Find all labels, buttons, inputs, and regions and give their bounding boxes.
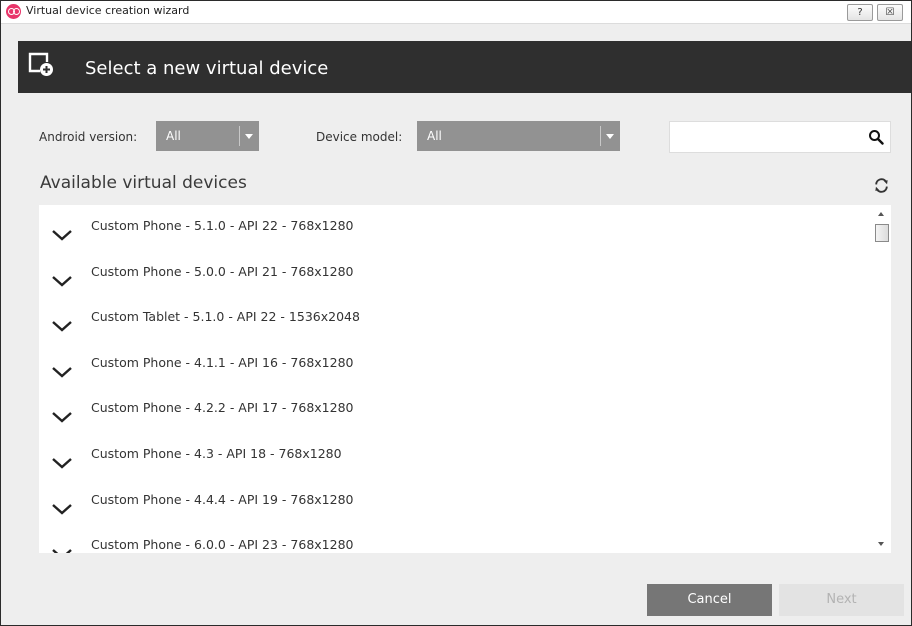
android-version-value: All: [166, 129, 181, 143]
wizard-header: Select a new virtual device: [18, 41, 911, 93]
chevron-down-icon[interactable]: [51, 319, 73, 333]
device-name: Custom Phone - 4.3 - API 18 - 768x1280: [91, 446, 342, 461]
title-bar: Virtual device creation wizard ? ☒: [1, 1, 911, 24]
device-list-item[interactable]: Custom Tablet - 5.1.0 - API 22 - 1536x20…: [39, 295, 873, 341]
scroll-down-arrow-icon[interactable]: [873, 535, 891, 553]
android-version-select[interactable]: All: [156, 121, 259, 151]
chevron-down-icon[interactable]: [51, 274, 73, 288]
wizard-window: Virtual device creation wizard ? ☒ Selec…: [0, 0, 912, 626]
device-list-item[interactable]: Custom Phone - 4.4.4 - API 19 - 768x1280: [39, 478, 873, 524]
refresh-icon[interactable]: [873, 177, 890, 194]
list-scrollbar[interactable]: [873, 205, 891, 553]
device-model-label: Device model:: [316, 130, 403, 144]
device-list-item[interactable]: Custom Phone - 4.3 - API 18 - 768x1280: [39, 432, 873, 478]
device-name: Custom Phone - 6.0.0 - API 23 - 768x1280: [91, 537, 354, 553]
device-name: Custom Phone - 4.4.4 - API 19 - 768x1280: [91, 491, 354, 507]
chevron-down-icon[interactable]: [51, 228, 73, 242]
search-input[interactable]: [674, 127, 858, 149]
device-name: Custom Phone - 4.1.1 - API 16 - 768x1280: [91, 354, 354, 370]
cancel-button[interactable]: Cancel: [647, 584, 772, 616]
search-icon[interactable]: [868, 129, 884, 145]
device-model-value: All: [427, 129, 442, 143]
device-name: Custom Tablet - 5.1.0 - API 22 - 1536x20…: [91, 309, 360, 325]
add-device-icon: [28, 52, 53, 76]
device-list-item[interactable]: Custom Phone - 6.0.0 - API 23 - 768x1280: [39, 523, 873, 553]
available-devices-heading: Available virtual devices: [40, 173, 247, 193]
chevron-down-icon: [600, 121, 620, 151]
virtual-device-list[interactable]: Custom Phone - 5.1.0 - API 22 - 768x1280…: [39, 205, 891, 553]
device-list-item[interactable]: Custom Phone - 4.2.2 - API 17 - 768x1280: [39, 386, 873, 432]
device-list-item[interactable]: Custom Phone - 4.1.1 - API 16 - 768x1280: [39, 341, 873, 387]
help-button[interactable]: ?: [847, 4, 873, 21]
search-box[interactable]: [669, 121, 891, 153]
genymotion-logo-icon: [6, 4, 21, 19]
device-model-select[interactable]: All: [417, 121, 620, 151]
window-title: Virtual device creation wizard: [26, 4, 190, 17]
chevron-down-icon[interactable]: [51, 502, 73, 516]
next-button: Next: [779, 584, 904, 616]
scroll-thumb[interactable]: [875, 224, 889, 242]
chevron-down-icon[interactable]: [51, 410, 73, 424]
close-window-button[interactable]: ☒: [877, 4, 903, 21]
android-version-label: Android version:: [39, 130, 138, 144]
device-list-item[interactable]: Custom Phone - 5.0.0 - API 21 - 768x1280: [39, 250, 873, 296]
device-name: Custom Phone - 5.0.0 - API 21 - 768x1280: [91, 263, 354, 279]
scroll-up-arrow-icon[interactable]: [873, 205, 891, 223]
page-title: Select a new virtual device: [85, 58, 329, 79]
chevron-down-icon[interactable]: [51, 365, 73, 379]
chevron-down-icon[interactable]: [51, 547, 73, 553]
device-list-item[interactable]: Custom Phone - 5.1.0 - API 22 - 768x1280: [39, 205, 873, 250]
chevron-down-icon[interactable]: [51, 456, 73, 470]
chevron-down-icon: [239, 121, 259, 151]
device-name: Custom Phone - 5.1.0 - API 22 - 768x1280: [91, 218, 354, 233]
device-name: Custom Phone - 4.2.2 - API 17 - 768x1280: [91, 400, 354, 416]
